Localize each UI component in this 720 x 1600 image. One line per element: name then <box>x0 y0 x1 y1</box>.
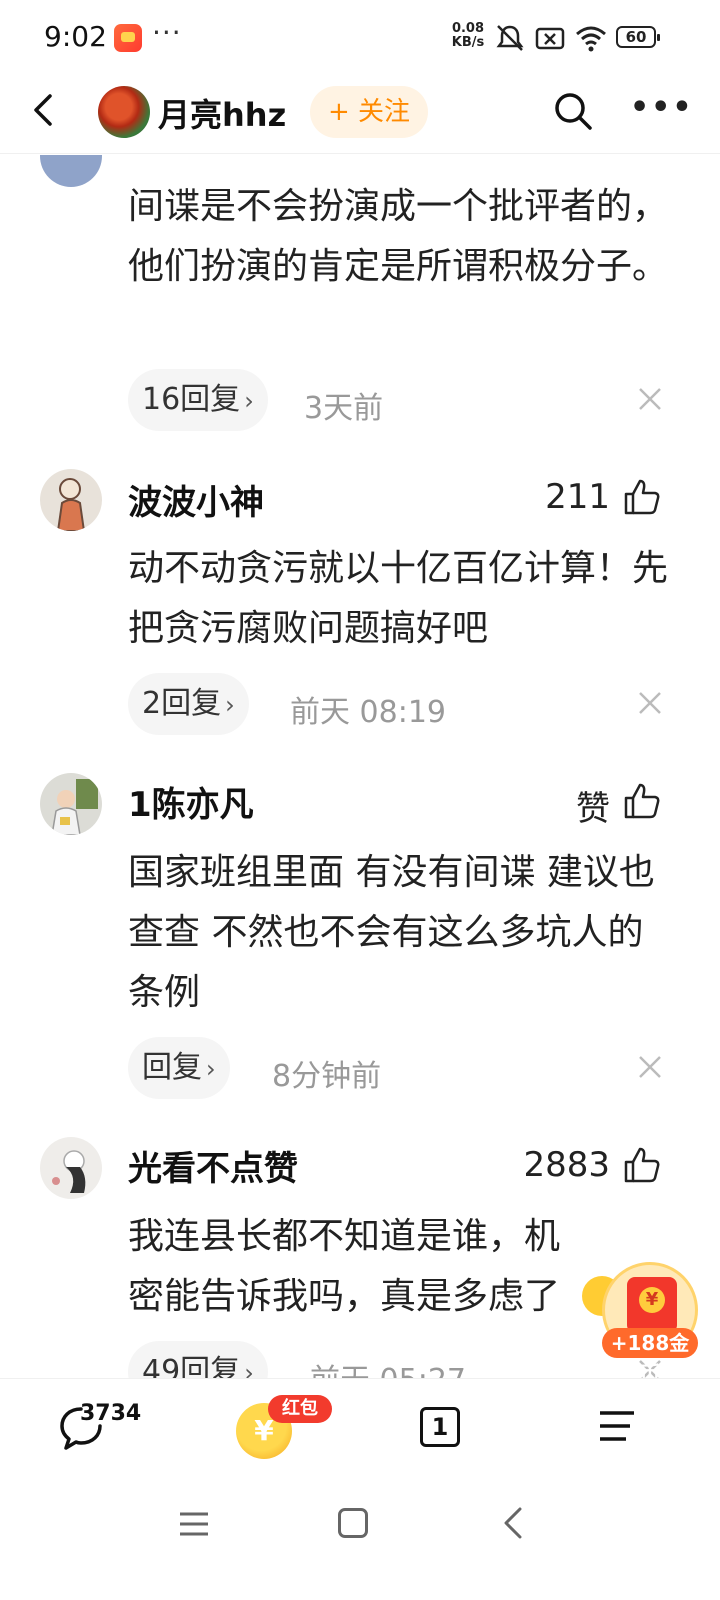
thumbs-up-icon[interactable] <box>622 1145 662 1185</box>
comment-time: 前天 08:19 <box>290 695 446 730</box>
reply-button[interactable]: 49回复 › <box>128 1341 268 1378</box>
network-speed: 0.08 KB/s <box>448 22 488 50</box>
author-name[interactable]: 月亮hhz <box>158 90 286 136</box>
network-speed-unit: KB/s <box>451 35 485 50</box>
comment-text: 动不动贪污就以十亿百亿计算！先把贪污腐败问题搞好吧 <box>128 548 669 649</box>
red-packet-badge[interactable]: 红包 <box>268 1395 332 1423</box>
comment-time: 8分钟前 <box>272 1059 382 1094</box>
comment-count: 3734 <box>80 1401 142 1426</box>
comment-list: 间谍是不会扮演成一个批评者的，他们扮演的肯定是所谓积极分子。 16回复 › 3天前… <box>0 155 720 1378</box>
app-notification-icon <box>114 24 142 52</box>
comment-time: 3天前 <box>304 391 384 426</box>
commenter-name[interactable]: 光看不点赞 <box>128 1141 298 1190</box>
comment-text: 我连县长都不知道是谁，机密能告诉我吗，真是多虑了 <box>128 1216 561 1317</box>
reply-label: 16回复 <box>142 382 241 417</box>
commenter-avatar[interactable] <box>40 773 102 835</box>
thumbs-up-icon[interactable] <box>622 781 662 821</box>
chevron-right-icon: › <box>225 691 235 719</box>
reply-label: 回复 <box>142 1050 202 1085</box>
recent-apps-icon[interactable] <box>178 1510 210 1538</box>
chevron-right-icon: › <box>244 1359 254 1378</box>
article-header: 月亮hhz + 关注 ••• <box>0 78 720 154</box>
bottom-toolbar: 3734 ¥ 红包 1 <box>0 1378 720 1478</box>
commenter-name[interactable]: 1陈亦凡 <box>128 777 254 826</box>
reply-button[interactable]: 16回复 › <box>128 369 268 431</box>
status-time: 9:02 <box>44 20 107 53</box>
commenter-avatar[interactable] <box>40 1137 102 1199</box>
reply-button[interactable]: 2回复 › <box>128 673 249 735</box>
like-count: 赞 <box>576 789 610 829</box>
status-bar: 9:02 ··· 0.08 KB/s 60 <box>0 0 720 78</box>
comment-time: 前天 05:27 <box>310 1355 466 1378</box>
comment-text: 国家班组里面 有没有间谍 建议也查查 不然也不会有这么多坑人的条例 <box>128 852 655 1013</box>
page-count-icon[interactable]: 1 <box>420 1407 460 1447</box>
commenter-avatar[interactable] <box>40 155 102 187</box>
mute-icon <box>496 25 524 51</box>
like-count: 211 <box>545 477 610 517</box>
more-notifications-icon: ··· <box>152 16 182 49</box>
more-options-icon[interactable]: ••• <box>630 90 692 130</box>
commenter-avatar[interactable] <box>40 469 102 531</box>
system-navigation-bar <box>0 1478 720 1600</box>
network-speed-value: 0.08 <box>451 21 485 36</box>
commenter-name[interactable]: 波波小神 <box>128 475 264 524</box>
close-icon[interactable] <box>636 385 664 413</box>
back-arrow-icon[interactable] <box>26 90 66 130</box>
author-avatar[interactable] <box>98 86 150 138</box>
like-count: 2883 <box>523 1145 610 1185</box>
reply-label: 49回复 <box>142 1354 241 1378</box>
no-sim-icon <box>535 27 565 50</box>
reply-button[interactable]: 回复 › <box>128 1037 230 1099</box>
chevron-right-icon: › <box>206 1055 216 1083</box>
chevron-right-icon: › <box>244 387 254 415</box>
battery-icon: 60 <box>616 26 660 48</box>
close-icon[interactable] <box>636 689 664 717</box>
wifi-icon <box>576 26 606 52</box>
close-icon[interactable] <box>636 1053 664 1081</box>
system-back-icon[interactable] <box>498 1506 528 1540</box>
menu-icon[interactable] <box>598 1409 636 1443</box>
home-icon[interactable] <box>338 1508 368 1538</box>
search-icon[interactable] <box>552 90 594 132</box>
comment-text: 间谍是不会扮演成一个批评者的，他们扮演的肯定是所谓积极分子。 <box>128 186 669 287</box>
follow-button[interactable]: + 关注 <box>310 86 428 138</box>
reply-label: 2回复 <box>142 686 222 721</box>
coin-reward-label[interactable]: +188金币 <box>602 1328 698 1385</box>
thumbs-up-icon[interactable] <box>622 477 662 517</box>
red-envelope-icon <box>627 1277 677 1333</box>
